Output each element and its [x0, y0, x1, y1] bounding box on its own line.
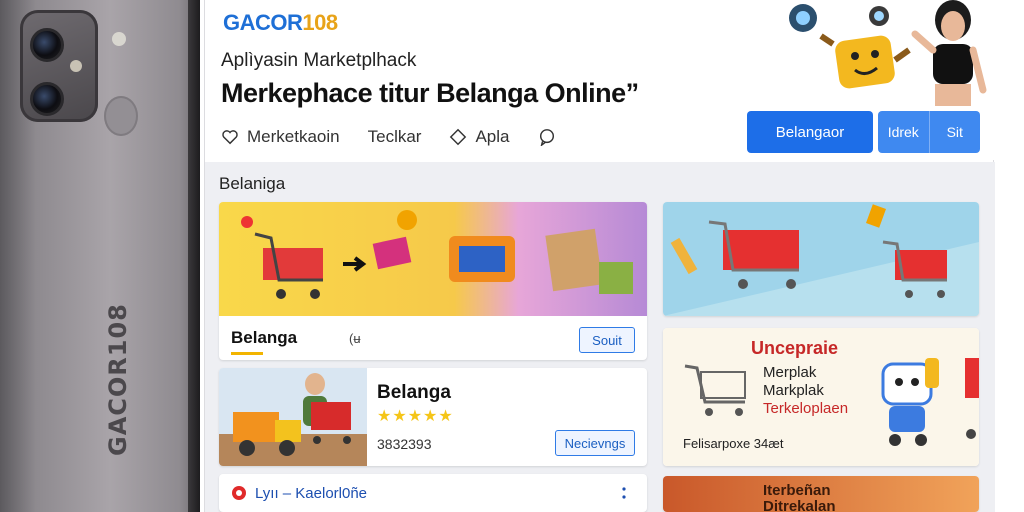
promo2-line-1: Iterbeñan: [763, 482, 831, 499]
promo-line-1: Merplak: [763, 364, 817, 381]
robot-mascot-icon: [881, 358, 939, 446]
card-action-button[interactable]: Necievngs: [555, 430, 635, 456]
app-subtitle: Aplìyasin Marketplhack: [221, 50, 417, 71]
split-button-left[interactable]: Idrek: [878, 111, 929, 153]
promo-line-2: Markplak: [763, 382, 824, 399]
red-badge-icon: [232, 486, 246, 500]
promo-line-3: Terkeloplaen: [763, 400, 849, 417]
underline-accent: [231, 352, 263, 355]
app-header: GACOR108 Aplìyasin Marketplhack Merkepha…: [205, 0, 995, 160]
product-title: Belanga: [377, 382, 451, 403]
app-window: GACOR108 Aplìyasin Marketplhack Merkepha…: [204, 0, 995, 512]
nav-item-apla[interactable]: Apla: [449, 127, 510, 147]
app-logo[interactable]: GACOR108: [223, 10, 338, 36]
chat-icon: [539, 129, 554, 146]
phone-edge: [188, 0, 200, 512]
top-nav: Merketkaoin Teclkar Apla: [221, 124, 556, 150]
product-card-shopping[interactable]: Belanga (ʉ Souit: [219, 202, 647, 360]
product-card-rating[interactable]: Belanga ★★★★★ 3832393 Necievngs: [219, 368, 647, 466]
toy-truck-image: [219, 368, 367, 466]
product-number: 3832393: [377, 436, 432, 452]
card-title: Belanga: [231, 328, 298, 347]
logo-accent: 108: [302, 10, 338, 35]
split-button[interactable]: Idrek Sit: [878, 111, 980, 153]
corner-cart-icon: [965, 358, 979, 439]
belanja-button[interactable]: Belangaor: [747, 111, 873, 153]
logo-main: GACOR: [223, 10, 303, 35]
promo-title: Uncepraie: [751, 338, 839, 358]
camera-lens-icon: [30, 82, 64, 116]
shopping-banner-image: [219, 202, 647, 316]
nav-item-marketplace[interactable]: Merketkaoin: [221, 127, 340, 147]
nav-item-teclkar[interactable]: Teclkar: [368, 127, 422, 147]
heart-icon: [222, 130, 238, 145]
fingerprint-sensor-icon: [104, 96, 138, 136]
page-headline: Merkephace titur Belanga Online”: [221, 78, 639, 108]
camera-module: [20, 10, 98, 122]
promo-footer: Felisarpoxe 34æt: [683, 436, 784, 451]
flash-icon: [112, 32, 126, 46]
section-title: Belaniga: [219, 174, 286, 193]
nav-label: Merketkaoin: [247, 127, 340, 146]
rating-stars-icon: ★★★★★: [377, 408, 454, 425]
nav-item-chat[interactable]: [538, 128, 556, 146]
promo-cart-icon: [684, 364, 746, 416]
tag-icon: [450, 128, 467, 146]
phone-brand-text: GACOR108: [104, 303, 132, 456]
list-card[interactable]: Lyıı – Kaelorl0ñe: [219, 474, 647, 512]
card-mark: (ʉ: [349, 331, 361, 346]
list-card-label: Lyıı – Kaelorl0ñe: [255, 485, 368, 502]
sensor-icon: [70, 60, 82, 72]
cart-banner[interactable]: [663, 202, 979, 316]
promo-card-secondary[interactable]: Iterbeñan Ditrekalan: [663, 476, 979, 512]
nav-label: Teclkar: [367, 127, 422, 146]
promo2-line-2: Ditrekalan: [763, 498, 836, 512]
camera-lens-icon: [30, 28, 64, 62]
content-area: Belaniga Belanga (ʉ Souit Belanga ★★★★★ …: [205, 162, 995, 512]
more-options-icon[interactable]: [619, 485, 629, 501]
shopping-carts-image: [663, 202, 979, 316]
split-button-right[interactable]: Sit: [928, 111, 981, 153]
card-action-button[interactable]: Souit: [579, 327, 635, 353]
promo-card[interactable]: Uncepraie Merplak Markplak Terkeloplaen …: [663, 328, 979, 466]
nav-label: Apla: [475, 127, 510, 146]
phone-mockup: GACOR108: [0, 0, 200, 512]
mascot-illustration: [789, 0, 987, 106]
